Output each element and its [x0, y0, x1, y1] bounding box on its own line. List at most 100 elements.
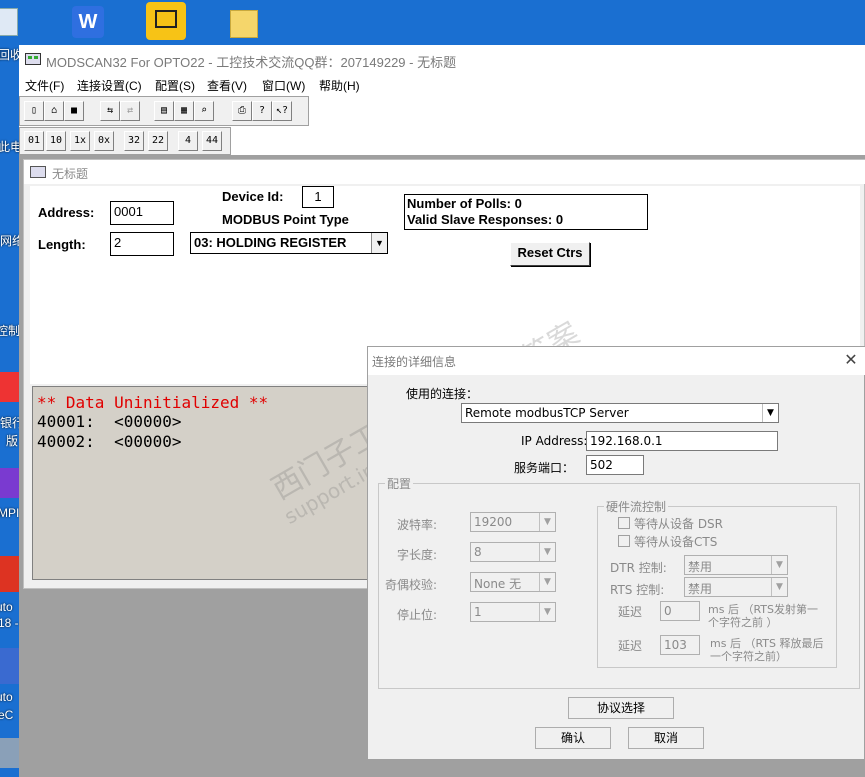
- dsr-label: 等待从设备 DSR: [634, 517, 724, 531]
- parity-select[interactable]: None 无 ▼: [470, 572, 556, 592]
- desktop-red-icon[interactable]: [0, 556, 19, 592]
- desktop-label-ban: 版: [6, 434, 19, 448]
- poll-stats-box: Number of Polls: 0 Valid Slave Responses…: [404, 194, 648, 230]
- word-length-value: 8: [474, 545, 482, 559]
- save-icon[interactable]: ■: [64, 101, 84, 121]
- bottom-edge: [19, 760, 865, 777]
- new-file-icon[interactable]: ▯: [24, 101, 44, 121]
- dtr-label: DTR 控制:: [610, 561, 667, 575]
- context-help-icon[interactable]: ↖?: [272, 101, 292, 121]
- length-field[interactable]: 2: [110, 232, 174, 256]
- dsr-checkbox[interactable]: [618, 517, 630, 529]
- desktop-mpi-icon[interactable]: [0, 468, 19, 498]
- search-window-icon[interactable]: ⌕: [194, 101, 214, 121]
- delay1-note: ms 后 （RTS发射第一个字符之前 ）: [708, 603, 818, 629]
- ok-button[interactable]: 确认: [535, 727, 611, 749]
- menu-help[interactable]: 帮助(H): [319, 77, 360, 94]
- address-field[interactable]: 0001: [110, 201, 174, 225]
- protocol-select-button[interactable]: 协议选择: [568, 697, 674, 719]
- config-group-title: 配置: [385, 475, 414, 492]
- desktop-label-auto1b: 18 -: [0, 616, 19, 630]
- rts-select[interactable]: 禁用 ▼: [684, 577, 788, 597]
- port-label: 服务端口：: [514, 461, 575, 475]
- menu-connection[interactable]: 连接设置(C): [77, 77, 142, 94]
- display-44-icon[interactable]: 44: [202, 131, 222, 151]
- chevron-down-icon[interactable]: ▼: [762, 404, 778, 422]
- stop-bit-value: 1: [474, 605, 482, 619]
- ip-address-label: IP Address:: [521, 434, 588, 448]
- stop-bit-label: 停止位:: [397, 608, 438, 622]
- chevron-down-icon: ▼: [539, 543, 555, 561]
- display-32-icon[interactable]: 32: [124, 131, 144, 151]
- menu-view[interactable]: 查看(V): [207, 77, 247, 94]
- chart-icon[interactable]: ▦: [174, 101, 194, 121]
- baud-select[interactable]: 19200 ▼: [470, 512, 556, 532]
- print-icon[interactable]: ⎙: [232, 101, 252, 121]
- baud-value: 19200: [474, 515, 513, 529]
- folder-icon[interactable]: [224, 4, 268, 44]
- chevron-down-icon: ▼: [539, 513, 555, 531]
- connection-value: Remote modbusTCP Server: [465, 406, 629, 420]
- word-length-select[interactable]: 8 ▼: [470, 542, 556, 562]
- chevron-down-icon: ▼: [539, 603, 555, 621]
- hardware-flow-group: 硬件流控制 等待从设备 DSR 等待从设备CTS DTR 控制: 禁用 ▼ RTS…: [597, 498, 837, 668]
- chevron-down-icon: ▼: [771, 556, 787, 574]
- rts-value: 禁用: [688, 582, 713, 596]
- close-icon[interactable]: ✕: [840, 350, 862, 370]
- device-id-field[interactable]: 1: [302, 186, 334, 208]
- disconnect-icon[interactable]: ⇄: [120, 101, 140, 121]
- dtr-value: 禁用: [688, 560, 713, 574]
- wps-writer-icon[interactable]: W: [68, 4, 112, 44]
- open-folder-icon[interactable]: ⌂: [44, 101, 64, 121]
- point-type-value: 03: HOLDING REGISTER: [194, 235, 347, 250]
- display-22-icon[interactable]: 22: [148, 131, 168, 151]
- desktop-label-auto2b: eC: [0, 708, 14, 722]
- window-title: MODSCAN32 For OPTO22 - 工控技术交流QQ群：2071492…: [46, 55, 457, 70]
- connection-details-dialog: 连接的详细信息 ✕ 使用的连接： Remote modbusTCP Server…: [367, 346, 865, 760]
- desktop-blue-icon[interactable]: [0, 648, 19, 684]
- child-title-bar: 无标题: [24, 160, 865, 184]
- dialog-title-bar: 连接的详细信息 ✕: [368, 347, 865, 375]
- desktop-app-icon[interactable]: [0, 372, 19, 402]
- display-01-icon[interactable]: 01: [24, 131, 44, 151]
- child-app-icon: [30, 166, 46, 178]
- delay1-input[interactable]: 0: [660, 601, 700, 621]
- connect-icon[interactable]: ⇆: [100, 101, 120, 121]
- desktop-bottom-icon[interactable]: [0, 738, 19, 768]
- menu-setup[interactable]: 配置(S): [155, 77, 195, 94]
- delay2-note: ms 后 （RTS 释放最后一个字符之前）: [710, 637, 824, 663]
- stop-bit-select[interactable]: 1 ▼: [470, 602, 556, 622]
- display-1x-icon[interactable]: 1x: [70, 131, 90, 151]
- data-display: ** Data Uninitialized ** 40001: <00000> …: [32, 386, 374, 580]
- delay2-input[interactable]: 103: [660, 635, 700, 655]
- display-0x-icon[interactable]: 0x: [94, 131, 114, 151]
- menu-window[interactable]: 窗口(W): [262, 77, 305, 94]
- connection-select[interactable]: Remote modbusTCP Server ▼: [461, 403, 779, 423]
- menu-file[interactable]: 文件(F): [25, 77, 64, 94]
- cancel-button[interactable]: 取消: [628, 727, 704, 749]
- display-10-icon[interactable]: 10: [46, 131, 66, 151]
- display-4-icon[interactable]: 4: [178, 131, 198, 151]
- help-icon[interactable]: ?: [252, 101, 272, 121]
- desktop-label-auto2: uto: [0, 690, 13, 704]
- rts-label: RTS 控制:: [610, 583, 665, 597]
- polls-count: Number of Polls: 0: [407, 196, 522, 211]
- ip-address-input[interactable]: 192.168.0.1: [586, 431, 778, 451]
- port-input[interactable]: 502: [586, 455, 644, 475]
- cts-checkbox[interactable]: [618, 535, 630, 547]
- display-toolbar: 01 10 1x 0x 32 22 4 44: [19, 127, 231, 155]
- connection-label: 使用的连接：: [406, 387, 479, 401]
- chevron-down-icon[interactable]: ▼: [371, 233, 387, 253]
- valid-responses-count: Valid Slave Responses: 0: [407, 212, 564, 227]
- reset-ctrs-button[interactable]: Reset Ctrs: [510, 242, 590, 266]
- register-row: 40002: <00000>: [37, 432, 182, 451]
- dtr-select[interactable]: 禁用 ▼: [684, 555, 788, 575]
- display-icon[interactable]: ▤: [154, 101, 174, 121]
- point-type-select[interactable]: 03: HOLDING REGISTER ▼: [190, 232, 388, 254]
- dialog-title: 连接的详细信息: [372, 355, 457, 369]
- baud-label: 波特率:: [397, 518, 438, 532]
- power-app-icon[interactable]: [146, 2, 190, 42]
- data-status: ** Data Uninitialized **: [37, 393, 269, 412]
- recycle-bin-icon[interactable]: [0, 4, 30, 44]
- title-bar: MODSCAN32 For OPTO22 - 工控技术交流QQ群：2071492…: [19, 45, 865, 75]
